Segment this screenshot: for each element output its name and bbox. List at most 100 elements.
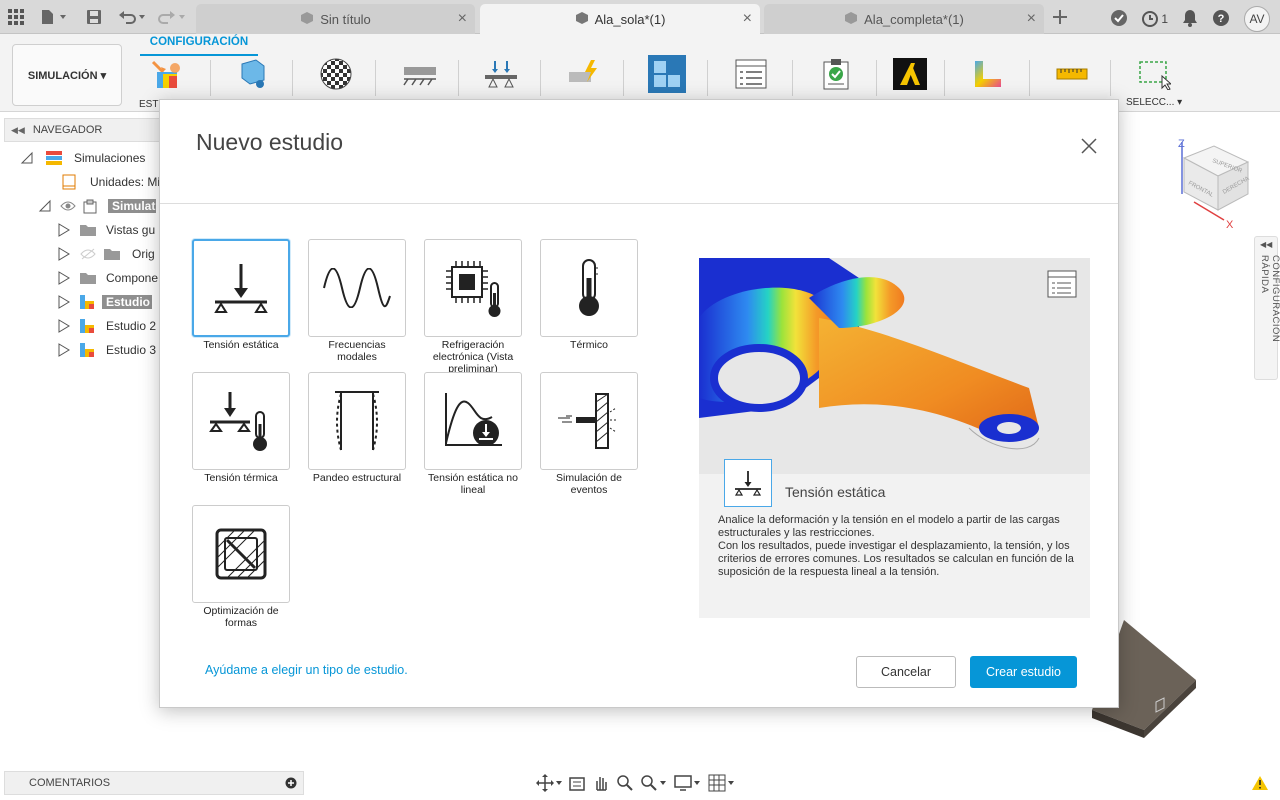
look-at-icon[interactable] — [568, 774, 586, 795]
mesh-icon[interactable] — [648, 55, 686, 93]
study-type-static-stress[interactable]: Tensión estática — [192, 239, 290, 351]
new-tab-icon[interactable] — [1052, 7, 1068, 27]
nav-item-estudio-1[interactable]: Estudio 1 — [58, 292, 152, 312]
static-stress-icon — [192, 239, 290, 337]
grid-settings-icon[interactable] — [708, 774, 736, 795]
tab-ala-completa[interactable]: Ala_completa*(1) × — [764, 4, 1044, 34]
nav-item-origen[interactable]: Orig — [58, 244, 155, 264]
file-menu-icon[interactable] — [40, 7, 68, 27]
study-type-label: Tensión estática no lineal — [428, 472, 518, 496]
expand-icon[interactable] — [58, 271, 70, 285]
study-icon — [80, 319, 94, 333]
precheck-icon[interactable] — [818, 57, 854, 91]
avatar[interactable]: AV — [1244, 6, 1270, 32]
display-settings-icon[interactable] — [674, 774, 702, 795]
autodesk-solve-icon[interactable] — [893, 58, 927, 90]
results-icon[interactable] — [970, 57, 1006, 91]
nav-item-estudio-2[interactable]: Estudio 2 — [58, 316, 156, 336]
study-type-shape-optimization[interactable]: Optimización de formas — [192, 505, 290, 629]
contacts-icon[interactable] — [565, 57, 601, 91]
nav-item-label: Estudio 1 — [102, 295, 152, 309]
study-type-label: Optimización de formas — [203, 605, 279, 629]
zoom-window-icon[interactable] — [640, 774, 668, 795]
study-type-modal-frequencies[interactable]: Frecuencias modales — [308, 239, 406, 363]
expand-icon[interactable] — [58, 295, 70, 309]
hidden-eye-icon[interactable] — [80, 248, 96, 260]
expand-icon[interactable] — [58, 343, 70, 357]
expand-open-icon[interactable] — [20, 151, 34, 165]
job-status[interactable]: 1 — [1142, 11, 1168, 27]
grid-menu-icon[interactable] — [8, 7, 24, 27]
cancel-button[interactable]: Cancelar — [856, 656, 956, 688]
viewcube[interactable]: Z X SUPERIOR FRONTAL DERECHA — [1172, 132, 1252, 232]
extensions-icon[interactable] — [1110, 9, 1128, 30]
settings-list-icon[interactable] — [733, 57, 769, 91]
close-tab-icon[interactable]: × — [1027, 10, 1036, 28]
warning-icon[interactable] — [1252, 776, 1268, 793]
loads-icon[interactable] — [483, 57, 519, 91]
save-icon[interactable] — [86, 7, 102, 27]
expand-icon[interactable] — [58, 247, 70, 261]
tab-ala-sola[interactable]: Ala_sola*(1) × — [480, 4, 760, 35]
select-label[interactable]: SELECC... ▾ — [1126, 97, 1182, 108]
nav-item-label: Estudio 2 — [106, 319, 157, 333]
clock-icon — [1142, 11, 1159, 27]
static-stress-icon — [724, 459, 772, 507]
undo-icon[interactable] — [118, 7, 148, 27]
materials-icon[interactable] — [318, 57, 354, 91]
measure-icon[interactable] — [1054, 57, 1090, 91]
study-type-electronics-cooling[interactable]: Refrigeración electrónica (Vista prelimi… — [424, 239, 522, 375]
info-list-icon[interactable] — [1047, 270, 1077, 301]
nav-item-estudio-3[interactable]: Estudio 3 — [58, 340, 156, 360]
expand-icon[interactable] — [58, 223, 70, 237]
nav-item-label: Simulaciones — [74, 151, 146, 165]
nav-item-vistas[interactable]: Vistas gu — [58, 220, 155, 240]
navigator-title: NAVEGADOR — [32, 124, 103, 136]
tab-sin-titulo[interactable]: Sin título × — [196, 4, 475, 34]
select-box-icon[interactable] — [1136, 57, 1172, 91]
cube-icon — [575, 11, 589, 28]
create-study-button[interactable]: Crear estudio — [970, 656, 1077, 688]
orbit-icon[interactable] — [536, 773, 562, 795]
document-icon — [62, 174, 76, 190]
workspace-switcher[interactable]: SIMULACIÓN ▾ — [12, 44, 122, 106]
zoom-icon[interactable] — [616, 774, 634, 795]
add-comment-icon[interactable] — [285, 777, 297, 792]
expand-icon[interactable] — [58, 319, 70, 333]
study-type-thermal[interactable]: Térmico — [540, 239, 638, 351]
help-choose-link[interactable]: Ayúdame a elegir un tipo de estudio. — [205, 663, 408, 677]
pan-hand-icon[interactable] — [592, 774, 610, 795]
nav-item-componentes[interactable]: Compone — [58, 268, 158, 288]
structural-buckling-icon — [308, 372, 406, 470]
help-icon[interactable]: ? — [1212, 9, 1230, 30]
study-type-label: Pandeo estructural — [312, 472, 402, 484]
nav-item-simulation-model[interactable]: Simulat — [38, 196, 156, 216]
study-type-nonlinear-static-stress[interactable]: Tensión estática no lineal — [424, 372, 522, 496]
simplify-icon[interactable] — [233, 57, 269, 91]
close-icon[interactable] — [1080, 137, 1098, 155]
close-tab-icon[interactable]: × — [458, 10, 467, 28]
collapse-icon[interactable]: ◀◀ — [11, 125, 25, 136]
simulations-icon — [46, 151, 62, 165]
eye-icon[interactable] — [60, 200, 76, 212]
tab-label: Ala_completa*(1) — [864, 11, 964, 27]
comments-panel[interactable]: COMENTARIOS — [4, 771, 304, 795]
constraints-icon[interactable] — [402, 57, 438, 91]
study-type-label: Tensión estática — [203, 339, 279, 351]
nav-item-label: Estudio 3 — [106, 343, 157, 357]
new-study-icon[interactable] — [148, 57, 184, 91]
quick-config-panel[interactable]: ◀◀ CONFIGURACIÓN RÁPIDA — [1254, 236, 1280, 380]
nav-item-label: Compone — [106, 271, 159, 285]
component-icon — [82, 198, 98, 214]
redo-icon[interactable] — [158, 7, 188, 27]
tab-configuracion[interactable]: CONFIGURACIÓN — [140, 36, 258, 56]
bell-icon[interactable] — [1182, 9, 1198, 30]
study-type-structural-buckling[interactable]: Pandeo estructural — [308, 372, 406, 484]
study-type-thermal-stress[interactable]: Tensión térmica — [192, 372, 290, 484]
nav-item-units[interactable]: Unidades: Mi — [62, 172, 160, 192]
close-tab-icon[interactable]: × — [743, 10, 752, 28]
expand-open-icon[interactable] — [38, 199, 52, 213]
study-type-event-simulation[interactable]: Simulación de eventos — [540, 372, 638, 496]
collapse-icon[interactable]: ◀◀ — [1260, 240, 1272, 249]
nav-item-simulaciones[interactable]: Simulaciones — [20, 148, 145, 168]
